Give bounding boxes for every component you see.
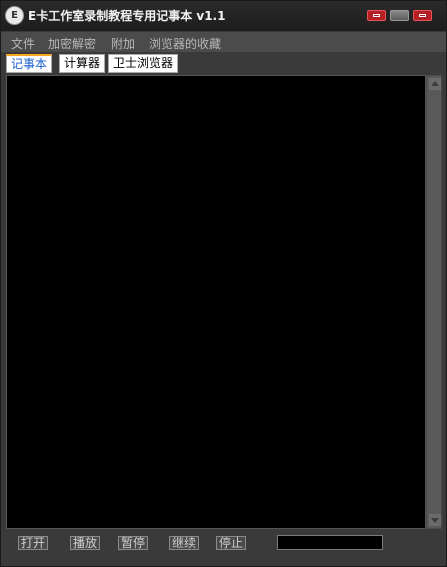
pause-button[interactable]: 暂停 <box>118 536 149 550</box>
menu-extras[interactable]: 附加 <box>111 35 135 52</box>
app-logo-icon: E <box>5 6 24 25</box>
scroll-up-icon[interactable] <box>429 78 441 90</box>
tab-browser[interactable]: 卫士浏览器 <box>108 54 179 73</box>
menu-encrypt-decrypt[interactable]: 加密解密 <box>48 35 96 52</box>
resume-button[interactable]: 继续 <box>169 536 200 550</box>
play-button[interactable]: 播放 <box>70 536 101 550</box>
tab-calculator[interactable]: 计算器 <box>59 54 106 73</box>
status-field <box>277 535 383 550</box>
open-button[interactable]: 打开 <box>18 536 49 550</box>
title-bar[interactable]: E E卡工作室录制教程专用记事本 v1.1 <box>1 1 446 31</box>
text-editor[interactable] <box>6 75 426 529</box>
menu-bar: 文件 加密解密 附加 浏览器的收藏 <box>1 32 446 52</box>
maximize-button[interactable] <box>390 10 409 21</box>
stop-button[interactable]: 停止 <box>216 536 247 550</box>
close-button[interactable] <box>413 10 432 21</box>
vertical-scrollbar[interactable] <box>426 75 442 529</box>
menu-file[interactable]: 文件 <box>11 35 35 52</box>
minimize-button[interactable] <box>367 10 386 21</box>
app-window: E E卡工作室录制教程专用记事本 v1.1 文件 加密解密 附加 浏览器的收藏 … <box>0 0 447 567</box>
tab-notepad[interactable]: 记事本 <box>6 54 53 73</box>
menu-browser-favorites[interactable]: 浏览器的收藏 <box>149 35 221 52</box>
bottom-toolbar: 打开 播放 暂停 继续 停止 <box>1 530 446 566</box>
window-title: E卡工作室录制教程专用记事本 v1.1 <box>28 9 226 23</box>
scroll-down-icon[interactable] <box>429 514 441 526</box>
